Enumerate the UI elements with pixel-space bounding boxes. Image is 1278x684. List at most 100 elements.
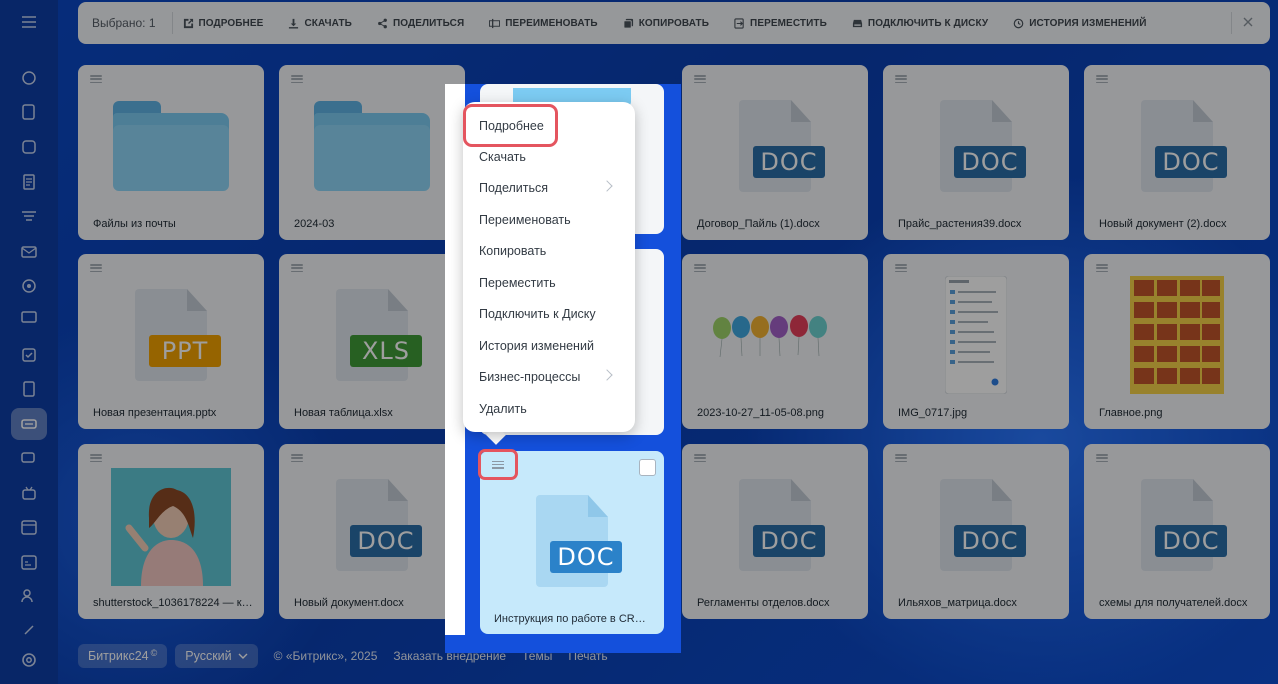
file-card[interactable]: DOC Прайс_растения39.docx (883, 65, 1069, 240)
mail-icon[interactable] (17, 240, 41, 264)
close-selection-button[interactable] (1240, 14, 1256, 30)
crm-icon[interactable] (17, 135, 41, 159)
copyright-text: © «Битрикс», 2025 (273, 649, 378, 663)
file-name: Файлы из почты (93, 218, 176, 230)
schedule-icon[interactable] (17, 550, 41, 574)
menu-item-rename[interactable]: Переименовать (479, 208, 629, 232)
file-card[interactable]: DOC Ильяхов_матрица.docx (883, 444, 1069, 619)
toolbar-rename-button[interactable]: ПЕРЕИМЕНОВАТЬ (489, 18, 598, 29)
disk-icon[interactable] (11, 408, 47, 440)
settings-gear-icon[interactable] (17, 648, 41, 672)
contact-card-icon[interactable] (17, 305, 41, 329)
card-menu-icon[interactable] (1096, 454, 1108, 462)
xls-file-icon: XLS (336, 289, 422, 381)
menu-item-business-processes[interactable]: Бизнес-процессы (479, 365, 629, 389)
card-menu-icon[interactable] (90, 75, 102, 83)
close-icon (1243, 17, 1253, 27)
toolbar-share-button[interactable]: ПОДЕЛИТЬСЯ (377, 18, 464, 29)
card-menu-icon[interactable] (291, 454, 303, 462)
hamburger-menu-icon[interactable] (17, 10, 41, 34)
brand-button[interactable]: Битрикс24 © (78, 644, 168, 668)
file-name: Инструкция по работе в CRM... (494, 613, 652, 625)
file-name: Главное.png (1099, 407, 1163, 419)
file-name: 2024-03 (294, 218, 335, 230)
card-menu-icon[interactable] (694, 454, 706, 462)
language-select[interactable]: Русский (175, 644, 258, 668)
card-menu-icon[interactable] (90, 264, 102, 272)
menu-item-copy[interactable]: Копировать (479, 239, 629, 263)
toolbar-download-button[interactable]: СКАЧАТЬ (288, 18, 352, 29)
file-name: Договор_Пайль (1).docx (697, 218, 820, 230)
file-card[interactable]: PPT Новая презентация.pptx (78, 254, 264, 429)
card-menu-icon[interactable] (1096, 75, 1108, 83)
card-menu-icon[interactable] (90, 454, 102, 462)
calendar-icon[interactable] (17, 515, 41, 539)
toolbar-details-button[interactable]: ПОДРОБНЕЕ (183, 18, 264, 29)
filter-icon[interactable] (17, 205, 41, 229)
tasks-edit-icon[interactable] (17, 100, 41, 124)
selected-count: Выбрано: 1 (92, 16, 156, 30)
selection-toolbar: Выбрано: 1 ПОДРОБНЕЕ СКАЧАТЬ ПОДЕЛИТЬСЯ … (78, 2, 1270, 44)
file-card[interactable]: DOC Регламенты отделов.docx (682, 444, 868, 619)
toolbar-divider (171, 12, 173, 34)
toolbar-history-button[interactable]: ИСТОРИЯ ИЗМЕНЕНИЙ (1013, 18, 1146, 29)
image-thumbnail (78, 468, 264, 586)
menu-item-move[interactable]: Переместить (479, 271, 629, 295)
card-menu-icon[interactable] (694, 75, 706, 83)
checkbox-icon[interactable] (17, 343, 41, 367)
card-menu-icon (492, 460, 504, 469)
toolbar-copy-button[interactable]: КОПИРОВАТЬ (623, 18, 709, 29)
documents-icon[interactable] (17, 170, 41, 194)
card-menu-icon[interactable] (1096, 264, 1108, 272)
feed-icon[interactable] (17, 66, 41, 90)
card-menu-icon[interactable] (694, 264, 706, 272)
file-icon[interactable] (17, 377, 41, 401)
card-menu-icon[interactable] (895, 264, 907, 272)
menu-item-share[interactable]: Поделиться (479, 176, 629, 200)
menu-item-connect-disk[interactable]: Подключить к Диску (479, 302, 629, 326)
file-card[interactable]: DOC Новый документ.docx (279, 444, 465, 619)
file-card[interactable]: DOC схемы для получателей.docx (1084, 444, 1270, 619)
card-menu-icon[interactable] (291, 264, 303, 272)
doc-file-icon: DOC (536, 495, 622, 587)
doc-file-icon: DOC (1141, 100, 1227, 192)
history-icon (1013, 18, 1024, 28)
file-name: Новая презентация.pptx (93, 407, 217, 419)
file-card[interactable]: XLS Новая таблица.xlsx (279, 254, 465, 429)
disk-icon (852, 19, 862, 27)
menu-item-download[interactable]: Скачать (479, 145, 629, 169)
file-name: Новый документ.docx (294, 597, 404, 609)
robot-icon[interactable] (17, 481, 41, 505)
toolbar-divider (1231, 12, 1232, 34)
doc-file-icon: DOC (739, 100, 825, 192)
download-icon (289, 18, 299, 29)
file-card[interactable]: IMG_0717.jpg (883, 254, 1069, 429)
chat-icon[interactable] (17, 447, 41, 471)
file-name: Ильяхов_матрица.docx (898, 597, 1017, 609)
menu-item-delete[interactable]: Удалить (479, 397, 629, 421)
file-card[interactable]: DOC Договор_Пайль (1).docx (682, 65, 868, 240)
users-icon[interactable] (17, 584, 41, 608)
file-card[interactable]: Файлы из почты (78, 65, 264, 240)
doc-file-icon: DOC (739, 479, 825, 571)
rename-icon (489, 18, 501, 28)
target-icon[interactable] (17, 274, 41, 298)
file-card[interactable]: 2023-10-27_11-05-08.png (682, 254, 868, 429)
card-menu-button-highlighted[interactable] (478, 449, 518, 480)
folder-icon (113, 101, 229, 191)
ppt-file-icon: PPT (135, 289, 221, 381)
file-card[interactable]: 2024-03 (279, 65, 465, 240)
toolbar-move-button[interactable]: ПЕРЕМЕСТИТЬ (734, 18, 827, 29)
card-menu-icon[interactable] (895, 454, 907, 462)
file-card[interactable]: Главное.png (1084, 254, 1270, 429)
toolbar-connect-disk-button[interactable]: ПОДКЛЮЧИТЬ К ДИСКУ (852, 18, 988, 29)
pin-icon[interactable] (17, 618, 41, 642)
copy-icon (623, 18, 633, 29)
chevron-down-icon (238, 653, 248, 659)
file-card[interactable]: DOC Новый документ (2).docx (1084, 65, 1270, 240)
card-menu-icon[interactable] (895, 75, 907, 83)
card-menu-icon[interactable] (291, 75, 303, 83)
file-card[interactable]: shutterstock_1036178224 — коп... (78, 444, 264, 619)
menu-item-history[interactable]: История изменений (479, 334, 629, 358)
select-checkbox[interactable] (639, 459, 656, 476)
